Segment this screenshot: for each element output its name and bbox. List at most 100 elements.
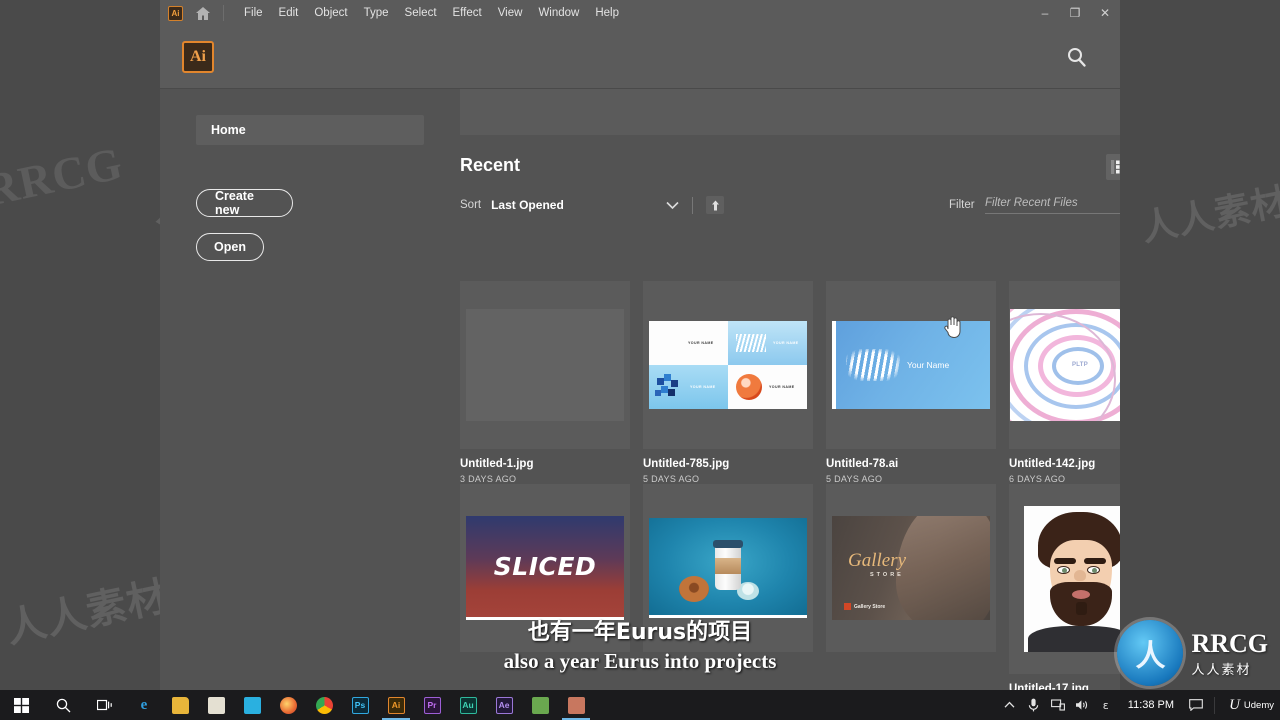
file-thumbnail[interactable]: Gallery STORE Gallery Store [826, 484, 996, 652]
rrcg-logo: 人 RRCG 人人素材 [1117, 620, 1268, 686]
menu-item-object[interactable]: Object [306, 3, 355, 23]
chevron-up-icon[interactable] [998, 690, 1022, 720]
file-name: Untitled-142.jpg [1009, 458, 1096, 470]
sort-value[interactable]: Last Opened [491, 198, 564, 212]
recent-file-card[interactable]: Your Name Untitled-78.ai 5 DAYS AGO [826, 281, 1009, 484]
taskbar-app-excel[interactable] [522, 690, 558, 720]
firefox-icon [279, 696, 297, 714]
sidebar: Home Create new Open [160, 89, 450, 690]
desktop-background-right [1120, 0, 1280, 690]
card-quadrant: YOUR NAME [728, 365, 807, 409]
file-thumbnail[interactable]: YOUR NAME YOUR NAME YOUR NAME YOUR NAME [643, 281, 813, 449]
filter-input[interactable] [985, 193, 1120, 214]
home-icon[interactable] [193, 3, 213, 23]
recent-files-grid: Untitled-1.jpg 3 DAYS AGO YOUR NAME YOUR… [460, 281, 1120, 690]
menu-item-type[interactable]: Type [356, 3, 397, 23]
taskbar-app-firefox[interactable] [270, 690, 306, 720]
chevron-down-icon[interactable] [666, 198, 679, 213]
rrcg-logo-icon: 人 [1117, 620, 1184, 686]
taskbar-app-premiere[interactable]: Pr [414, 690, 450, 720]
app-icon [567, 696, 585, 714]
recent-file-card[interactable] [643, 484, 826, 690]
taskbar-app-edge[interactable]: e [126, 690, 162, 720]
network-icon[interactable] [1046, 690, 1070, 720]
excel-icon [531, 696, 549, 714]
notification-icon[interactable] [1184, 690, 1208, 720]
create-new-button[interactable]: Create new [196, 189, 293, 217]
file-thumbnail[interactable]: Your Name [826, 281, 996, 449]
recent-file-card[interactable]: YOUR NAME YOUR NAME YOUR NAME YOUR NAME … [643, 281, 826, 484]
recent-file-card[interactable]: SLICED [460, 484, 643, 690]
menu-bar: Ai File Edit Object Type Select Effect V… [160, 0, 1120, 26]
menu-item-select[interactable]: Select [397, 3, 445, 23]
audition-icon: Au [459, 696, 477, 714]
dotted-sphere-logo-icon [736, 374, 762, 400]
recent-file-card[interactable]: PLTP Untitled-142.jpg 6 DAYS AGO [1009, 281, 1120, 484]
file-thumbnail[interactable]: SLICED [460, 484, 630, 652]
search-icon[interactable] [1063, 44, 1090, 71]
illustrator-icon: Ai [387, 696, 405, 714]
taskbar-app-active[interactable] [558, 690, 594, 720]
menu-item-effect[interactable]: Effect [445, 3, 490, 23]
mail-icon [243, 696, 261, 714]
sidebar-item-home[interactable]: Home [196, 115, 424, 145]
open-button[interactable]: Open [196, 233, 264, 261]
taskbar-app-chrome[interactable] [306, 690, 342, 720]
file-thumbnail[interactable] [643, 484, 813, 652]
file-thumbnail[interactable] [460, 281, 630, 449]
menu-item-file[interactable]: File [236, 3, 271, 23]
card-name-text: YOUR NAME [769, 385, 795, 389]
thumbnail-artwork-blank [466, 309, 624, 421]
illustrator-window: Ai File Edit Object Type Select Effect V… [160, 0, 1120, 690]
file-thumbnail[interactable]: PLTP [1009, 281, 1120, 449]
arrow-up-icon[interactable] [706, 196, 724, 214]
file-thumbnail[interactable] [1009, 484, 1120, 674]
recent-file-card[interactable]: Untitled-17.jpg [1009, 484, 1120, 690]
minimize-button[interactable]: – [1030, 0, 1060, 26]
pixel-logo-icon [655, 374, 683, 400]
chrome-icon [315, 696, 333, 714]
gallery-silhouette [896, 516, 990, 620]
microphone-icon[interactable] [1022, 690, 1046, 720]
wave-logo-icon [846, 349, 900, 381]
ime-icon[interactable]: ε [1094, 690, 1118, 720]
taskbar-app-explorer[interactable] [162, 690, 198, 720]
recent-file-card[interactable]: Untitled-1.jpg 3 DAYS AGO [460, 281, 643, 484]
close-button[interactable]: ✕ [1090, 0, 1120, 26]
file-name: Untitled-78.ai [826, 458, 899, 470]
sidebar-actions: Create new Open [160, 187, 450, 277]
taskbar-search-icon[interactable] [42, 690, 84, 720]
thumbnail-artwork-coffee [649, 518, 807, 618]
task-view-icon[interactable] [84, 690, 126, 720]
taskbar-app-photoshop[interactable]: Ps [342, 690, 378, 720]
illustrator-logo-icon: Ai [168, 5, 183, 21]
content-top-strip [460, 89, 1120, 135]
clock[interactable]: 11:38 PM [1118, 699, 1184, 711]
restore-button[interactable]: ❐ [1060, 0, 1090, 26]
premiere-icon: Pr [423, 696, 441, 714]
page-title: Recent [460, 155, 521, 175]
store-icon [207, 696, 225, 714]
taskbar-app-mail[interactable] [234, 690, 270, 720]
taskbar-app-store[interactable] [198, 690, 234, 720]
explorer-icon [171, 696, 189, 714]
menu-item-view[interactable]: View [490, 3, 531, 23]
menu-item-edit[interactable]: Edit [271, 3, 307, 23]
gallery-title-text: Gallery [848, 550, 907, 571]
aftereffects-icon: Ae [495, 696, 513, 714]
rrcg-brand: RRCG [1191, 628, 1268, 658]
windows-start-icon[interactable] [0, 690, 42, 720]
recent-file-card[interactable]: Gallery STORE Gallery Store [826, 484, 1009, 690]
taskbar-app-audition[interactable]: Au [450, 690, 486, 720]
taskbar-app-illustrator[interactable]: Ai [378, 690, 414, 720]
taskbar-app-aftereffects[interactable]: Ae [486, 690, 522, 720]
file-name: Untitled-17.jpg [1009, 683, 1089, 690]
thumbnail-artwork-blue-card: Your Name [832, 321, 990, 409]
menu-item-window[interactable]: Window [530, 3, 587, 23]
menu-item-help[interactable]: Help [587, 3, 627, 23]
file-date: 6 DAYS AGO [1009, 474, 1066, 484]
grid-view-icon[interactable] [1106, 154, 1120, 180]
badge-square-icon [844, 603, 851, 610]
swirl-badge-text: PLTP [1065, 354, 1095, 376]
volume-icon[interactable] [1070, 690, 1094, 720]
